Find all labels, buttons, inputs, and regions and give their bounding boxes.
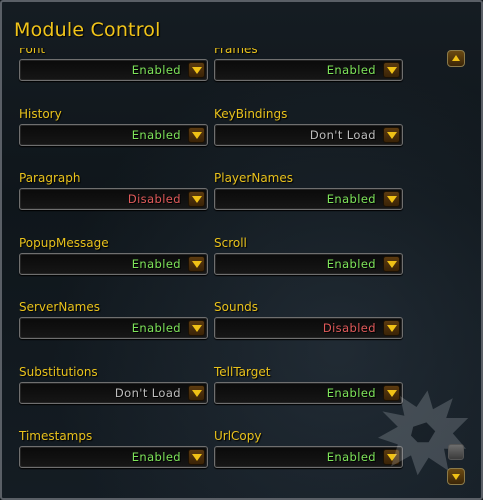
module-label: Frames (214, 48, 258, 56)
module-status-dropdown[interactable]: Enabled (19, 123, 208, 146)
module-sounds: Sounds Disabled (211, 300, 403, 362)
module-label: KeyBindings (214, 106, 288, 121)
chevron-down-icon[interactable] (383, 126, 400, 143)
dropdown-value: Disabled (322, 321, 376, 335)
chevron-down-icon[interactable] (188, 384, 205, 401)
module-label: Scroll (214, 235, 247, 250)
chevron-down-icon[interactable] (188, 191, 205, 207)
module-status-dropdown[interactable]: Disabled (214, 317, 403, 339)
dropdown-value: Disabled (127, 192, 181, 206)
module-label: History (19, 106, 62, 121)
module-status-dropdown[interactable]: Enabled (214, 188, 403, 210)
dropdown-value: Enabled (326, 256, 376, 271)
module-label: Paragraph (19, 171, 81, 185)
module-timestamps: Timestamps Enabled (16, 429, 208, 491)
arrow-down-icon[interactable] (447, 468, 465, 485)
dropdown-value: Enabled (131, 127, 181, 142)
dropdown-value: Enabled (131, 450, 181, 464)
dropdown-value: Enabled (131, 63, 181, 77)
module-label: TellTarget (214, 364, 271, 379)
module-label: ServerNames (19, 300, 101, 314)
dropdown-value: Don't Load (309, 127, 376, 142)
dropdown-value: Enabled (131, 256, 181, 271)
window-title: Module Control (14, 19, 161, 41)
module-status-dropdown[interactable]: Enabled (19, 252, 208, 275)
module-keybindings: KeyBindings Don't Load (211, 106, 403, 169)
module-status-dropdown[interactable]: Enabled (214, 59, 403, 81)
module-popupmessage: PopupMessage Enabled (16, 235, 208, 298)
module-label: Substitutions (19, 364, 98, 379)
module-label: PlayerNames (214, 171, 293, 185)
module-substitutions: Substitutions Don't Load (16, 364, 208, 427)
module-servernames: ServerNames Enabled (16, 300, 208, 362)
module-status-dropdown[interactable]: Disabled (19, 188, 208, 210)
module-scroll: Scroll Enabled (211, 235, 403, 298)
dropdown-value: Enabled (326, 192, 376, 206)
scroll-thumb[interactable] (448, 444, 464, 460)
arrow-up-icon[interactable] (447, 50, 465, 67)
chevron-down-icon[interactable] (188, 62, 205, 78)
module-font: Font Enabled (16, 48, 208, 104)
module-playernames: PlayerNames Enabled (211, 171, 403, 233)
chevron-down-icon[interactable] (188, 449, 205, 465)
chevron-down-icon[interactable] (188, 320, 205, 336)
chevron-down-icon[interactable] (188, 255, 205, 272)
module-status-dropdown[interactable]: Don't Load (19, 381, 208, 404)
module-label: UrlCopy (214, 429, 262, 443)
module-label: Timestamps (19, 429, 93, 443)
module-frames: Frames Enabled (211, 48, 403, 104)
module-status-dropdown[interactable]: Don't Load (214, 123, 403, 146)
module-history: History Enabled (16, 106, 208, 169)
module-status-dropdown[interactable]: Enabled (19, 317, 208, 339)
chevron-down-icon[interactable] (383, 62, 400, 78)
chevron-down-icon[interactable] (383, 191, 400, 207)
dropdown-value: Enabled (326, 63, 376, 77)
module-paragraph: Paragraph Disabled (16, 171, 208, 233)
scrollbar[interactable] (447, 50, 465, 490)
module-status-dropdown[interactable]: Enabled (19, 446, 208, 468)
chevron-down-icon[interactable] (383, 255, 400, 272)
module-label: PopupMessage (19, 235, 109, 250)
module-label: Font (19, 48, 46, 56)
module-status-dropdown[interactable]: Enabled (214, 252, 403, 275)
module-control-window: Module Control Font Enabled Frames Enabled H… (0, 0, 483, 500)
dropdown-value: Don't Load (114, 385, 181, 400)
module-status-dropdown[interactable]: Enabled (19, 59, 208, 81)
dropdown-value: Enabled (131, 321, 181, 335)
module-label: Sounds (214, 300, 259, 314)
chevron-down-icon[interactable] (188, 126, 205, 143)
chevron-down-icon[interactable] (383, 320, 400, 336)
